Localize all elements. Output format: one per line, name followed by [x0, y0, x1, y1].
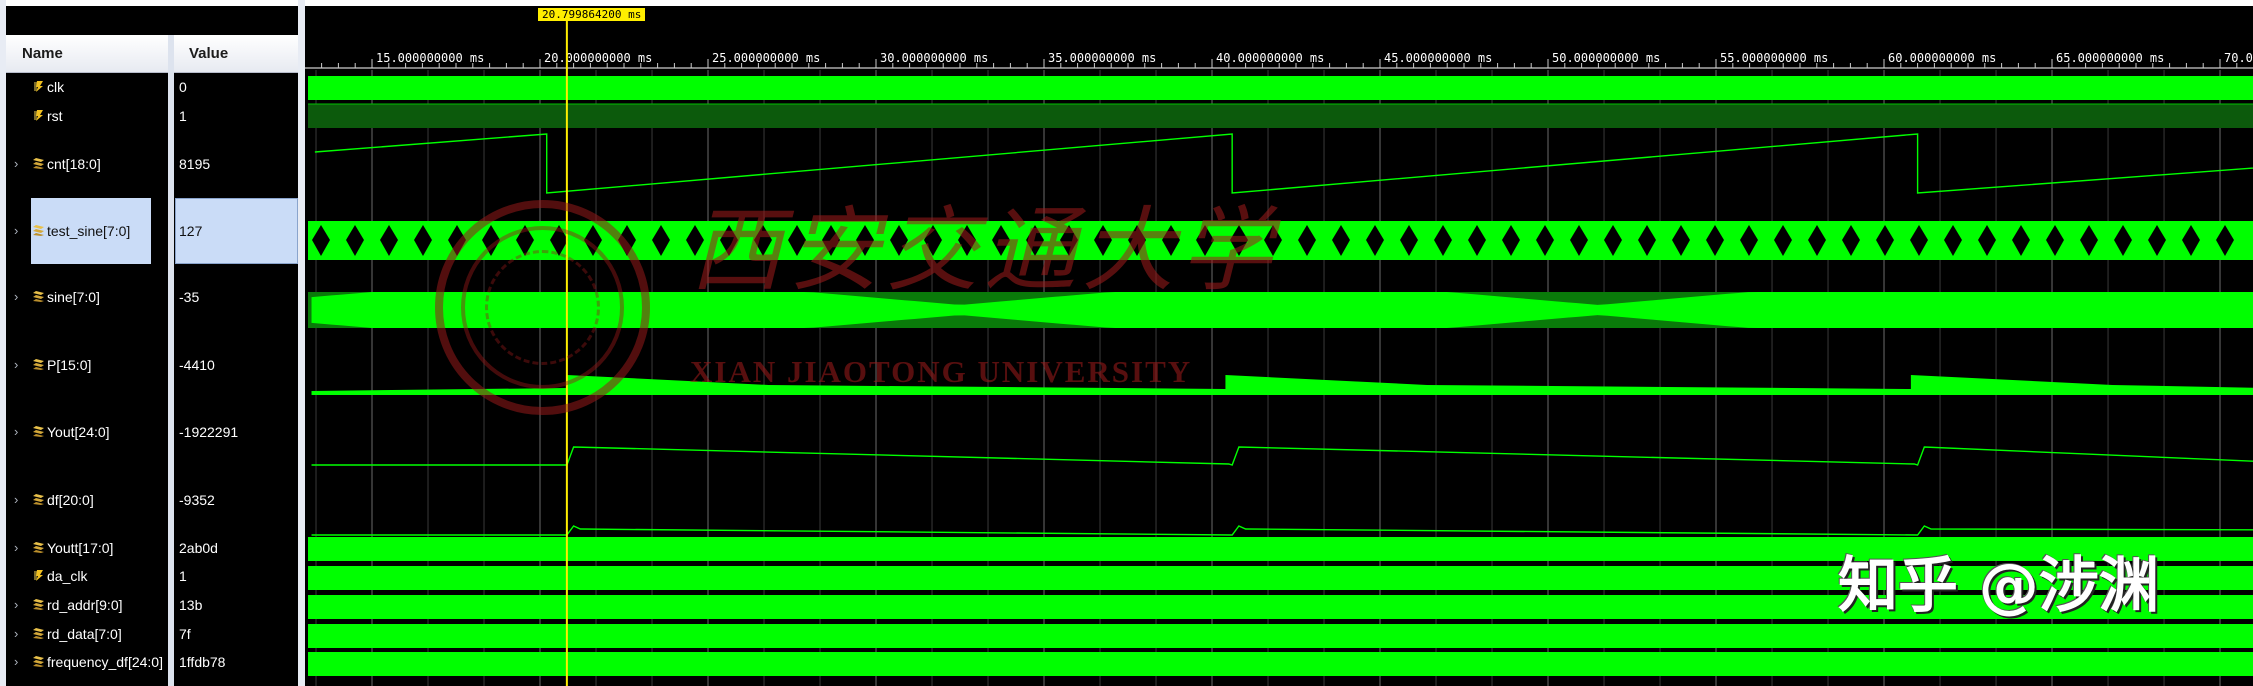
signal-row[interactable]: › rd_addr[9:0] 13b: [6, 597, 298, 612]
rst-waveform: [308, 104, 2253, 128]
bus-signal-icon: [32, 224, 45, 237]
signal-name: rst: [47, 108, 63, 124]
ruler-tick-label: 20.000000000 ms: [544, 51, 652, 65]
name-column-header[interactable]: Name: [6, 35, 168, 73]
signal-value: -4410: [179, 357, 215, 373]
university-english-watermark: XIAN JIAOTONG UNIVERSITY: [690, 354, 1193, 389]
bit-signal-icon: [32, 109, 45, 122]
expand-chevron-icon[interactable]: ›: [14, 598, 24, 611]
expand-chevron-icon[interactable]: ›: [14, 290, 24, 303]
bus-signal-icon: [32, 598, 45, 611]
signal-row[interactable]: da_clk 1: [6, 568, 298, 583]
ruler-tick-label: 35.000000000 ms: [1048, 51, 1156, 65]
signal-value: 0: [179, 79, 187, 95]
signal-name: Yout[24:0]: [47, 424, 110, 440]
ruler-tick-label: 45.000000000 ms: [1384, 51, 1492, 65]
bus-signal-icon: [32, 358, 45, 371]
expand-chevron-icon[interactable]: ›: [14, 541, 24, 554]
signal-names-panel: Name Value clk 0 rst 1 › cnt[18:0] 8195 › test_s…: [0, 0, 305, 686]
signal-name: rd_data[7:0]: [47, 626, 122, 642]
ruler-tick-label: 65.000000000 ms: [2056, 51, 2164, 65]
panel-top-strip: [0, 0, 305, 6]
ruler-tick-label: 25.000000000 ms: [712, 51, 820, 65]
expand-chevron-icon[interactable]: ›: [14, 157, 24, 170]
ruler-tick-label: 40.000000000 ms: [1216, 51, 1324, 65]
signal-value: 8195: [179, 156, 211, 172]
signal-name: cnt[18:0]: [47, 156, 101, 172]
expand-chevron-icon[interactable]: ›: [14, 627, 24, 640]
signal-name: Youtt[17:0]: [47, 540, 114, 556]
signal-value: 7f: [179, 626, 191, 642]
signal-row[interactable]: › sine[7:0] -35: [6, 268, 298, 326]
bus-signal-icon: [32, 655, 45, 668]
signal-value: 127: [179, 223, 203, 239]
yout-waveform: [311, 446, 2253, 466]
signal-name: da_clk: [47, 568, 88, 584]
ruler-tick-label: 30.000000000 ms: [880, 51, 988, 65]
waveform-viewer: Name Value clk 0 rst 1 › cnt[18:0] 8195 › test_s…: [0, 0, 2253, 686]
df-waveform: [311, 525, 2253, 536]
signal-row[interactable]: › rd_data[7:0] 7f: [6, 626, 298, 641]
frequency-df-waveform: [308, 652, 2253, 676]
ruler-tick-label: 60.000000000 ms: [1888, 51, 1996, 65]
ruler-tick-label: 70.000000000 ms: [2224, 51, 2253, 65]
signal-value: -1922291: [179, 424, 239, 440]
signal-value: 2ab0d: [179, 540, 218, 556]
bus-signal-icon: [32, 157, 45, 170]
expand-chevron-icon[interactable]: ›: [14, 358, 24, 371]
signal-name: rd_addr[9:0]: [47, 597, 123, 613]
ruler-tick-label: 50.000000000 ms: [1552, 51, 1660, 65]
signal-name: test_sine[7:0]: [47, 223, 131, 239]
clk-waveform: [308, 76, 2253, 100]
signal-value: 1ffdb78: [179, 654, 226, 670]
bus-signal-icon: [32, 425, 45, 438]
bus-signal-icon: [32, 627, 45, 640]
signal-value: 13b: [179, 597, 203, 613]
ruler-tick-label: 15.000000000 ms: [376, 51, 484, 65]
signal-name: df[20:0]: [47, 492, 94, 508]
signal-name: P[15:0]: [47, 357, 92, 373]
signal-row[interactable]: › frequency_df[24:0] 1ffdb78: [6, 654, 298, 669]
bus-signal-icon: [32, 493, 45, 506]
expand-chevron-icon[interactable]: ›: [14, 655, 24, 668]
signal-value: 1: [179, 108, 187, 124]
cnt-waveform: [314, 133, 2253, 194]
signal-row[interactable]: › df[20:0] -9352: [6, 470, 298, 530]
expand-chevron-icon[interactable]: ›: [14, 425, 24, 438]
university-name-watermark: 西安交通大学: [690, 197, 1279, 304]
bit-signal-icon: [32, 569, 45, 582]
signal-row[interactable]: › test_sine[7:0] 127: [6, 197, 298, 265]
bus-signal-icon: [32, 290, 45, 303]
bit-signal-icon: [32, 80, 45, 93]
university-seal-watermark: [435, 200, 650, 415]
signal-row[interactable]: clk 0: [6, 79, 298, 94]
zhihu-watermark: 知乎 @涉渊: [1838, 551, 2159, 621]
ruler-tick-label: 55.000000000 ms: [1720, 51, 1828, 65]
signal-row[interactable]: › Yout[24:0] -1922291: [6, 402, 298, 462]
signal-name: sine[7:0]: [47, 289, 100, 305]
seal-gear-ring: [485, 250, 600, 365]
signal-row[interactable]: › P[15:0] -4410: [6, 335, 298, 395]
expand-chevron-icon[interactable]: ›: [14, 224, 24, 237]
signal-row[interactable]: › Youtt[17:0] 2ab0d: [6, 540, 298, 555]
expand-chevron-icon[interactable]: ›: [14, 493, 24, 506]
value-column-header[interactable]: Value: [174, 35, 298, 73]
signal-value: -35: [179, 289, 200, 305]
signal-name: clk: [47, 79, 65, 95]
signal-name: frequency_df[24:0]: [47, 654, 163, 670]
bus-signal-icon: [32, 541, 45, 554]
signal-value: -9352: [179, 492, 215, 508]
panel-splitter[interactable]: [298, 0, 305, 686]
signal-value: 1: [179, 568, 187, 584]
rd-data-waveform: [308, 624, 2253, 648]
signal-row[interactable]: › cnt[18:0] 8195: [6, 135, 298, 193]
signal-row[interactable]: rst 1: [6, 108, 298, 123]
cursor-time-label[interactable]: 20.799864200 ms: [538, 8, 646, 21]
